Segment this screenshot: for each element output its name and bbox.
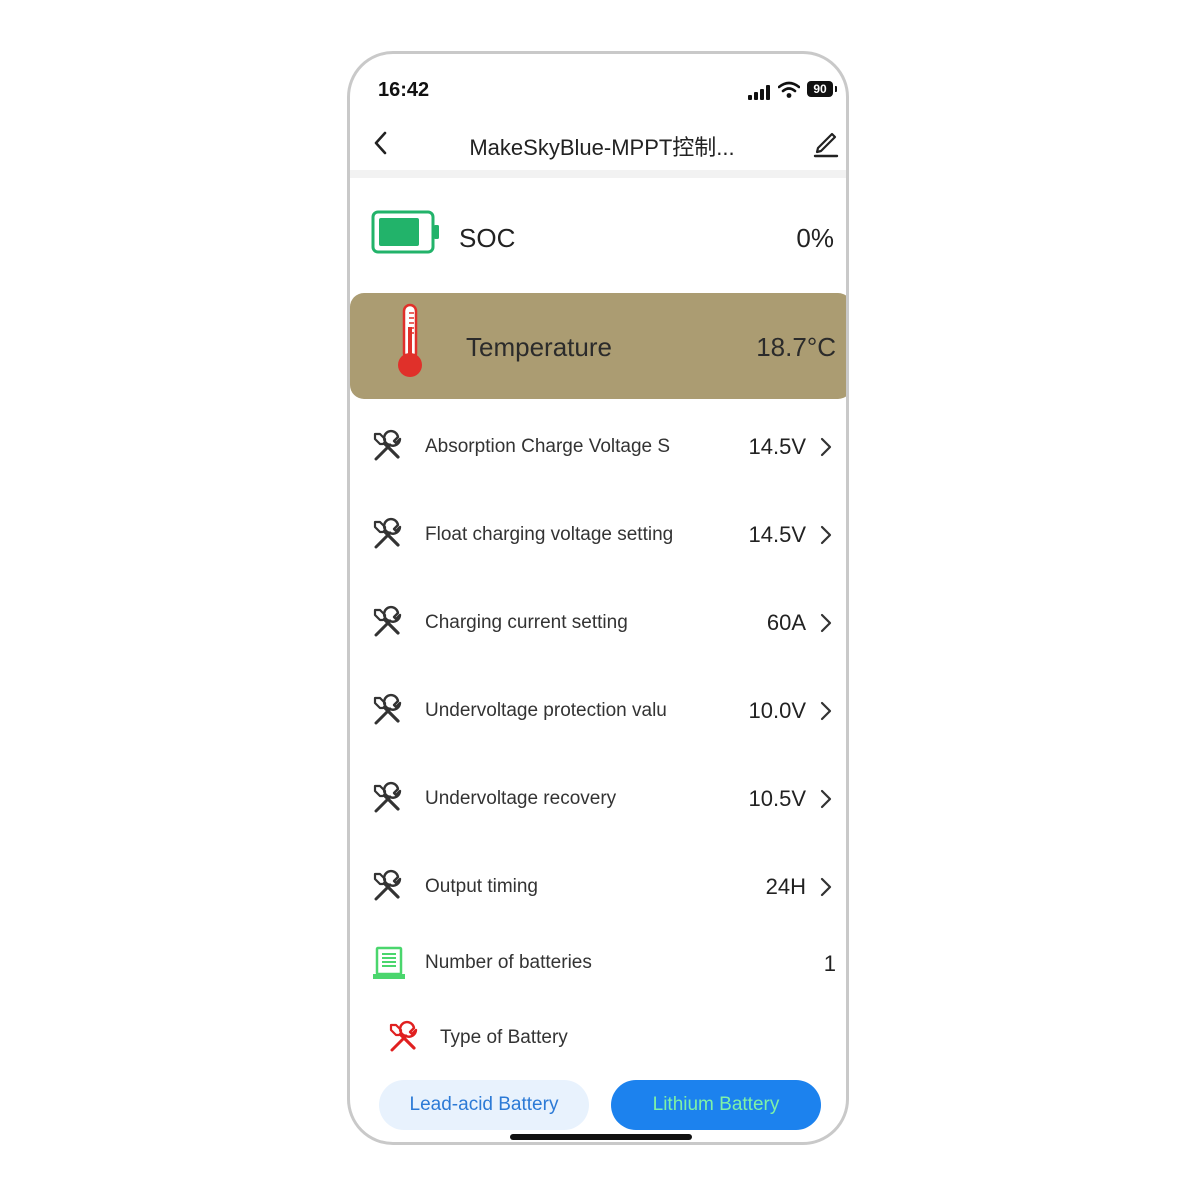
chevron-right-icon	[820, 877, 832, 897]
battery-green-icon	[371, 210, 439, 254]
battery-type-label: Type of Battery	[440, 1027, 568, 1048]
page-title: MakeSkyBlue-MPPT控制...	[469, 135, 735, 160]
setting-row-absorption-voltage[interactable]: Absorption Charge Voltage S 14.5V	[350, 403, 846, 491]
chevron-right-icon	[820, 613, 832, 633]
tools-icon	[373, 429, 402, 461]
setting-label: Float charging voltage setting	[425, 524, 674, 545]
setting-value: 60A	[766, 610, 806, 635]
batteries-row: Number of batteries 1	[350, 923, 846, 1003]
tools-icon	[373, 517, 402, 549]
setting-label: Absorption Charge Voltage S	[425, 436, 671, 457]
chevron-right-icon	[820, 437, 832, 457]
setting-row-undervoltage-protection[interactable]: Undervoltage protection valu 10.0V	[350, 667, 846, 755]
setting-value: 14.5V	[748, 522, 807, 547]
battery-stack-icon	[373, 946, 405, 979]
setting-row-float-voltage[interactable]: Float charging voltage setting 14.5V	[350, 491, 846, 579]
batteries-label: Number of batteries	[425, 952, 592, 973]
setting-label: Charging current setting	[425, 612, 628, 633]
header-separator	[350, 170, 846, 178]
home-indicator[interactable]	[510, 1134, 692, 1140]
signal-icon	[748, 84, 772, 100]
setting-label: Output timing	[425, 876, 538, 897]
wifi-icon	[778, 81, 800, 98]
edit-pen-icon[interactable]	[812, 128, 840, 158]
setting-label: Undervoltage recovery	[425, 788, 617, 809]
status-time: 16:42	[378, 79, 430, 101]
thermometer-icon	[398, 303, 422, 377]
soc-label: SOC	[459, 223, 516, 253]
tools-icon	[373, 605, 402, 637]
setting-row-output-timing[interactable]: Output timing 24H	[350, 843, 846, 931]
battery-icon: 90	[807, 81, 837, 97]
battery-type-row: Type of Battery	[350, 1014, 846, 1064]
setting-value: 10.0V	[748, 698, 807, 723]
setting-row-undervoltage-recovery[interactable]: Undervoltage recovery 10.5V	[350, 755, 846, 843]
back-chevron-icon[interactable]	[366, 128, 396, 158]
status-bar: 16:42 90	[350, 54, 846, 124]
temperature-row: Temperature 18.7°C	[350, 293, 846, 399]
lead-acid-battery-button[interactable]: Lead-acid Battery	[379, 1080, 589, 1130]
chevron-right-icon	[820, 701, 832, 721]
nav-bar: MakeSkyBlue-MPPT控制...	[350, 118, 846, 170]
chevron-right-icon	[820, 525, 832, 545]
lithium-battery-button[interactable]: Lithium Battery	[611, 1080, 821, 1130]
soc-value: 0%	[796, 223, 834, 253]
tools-red-icon	[389, 1020, 418, 1052]
batteries-value: 1	[823, 951, 836, 976]
setting-row-charging-current[interactable]: Charging current setting 60A	[350, 579, 846, 667]
tools-icon	[373, 869, 402, 901]
setting-label: Undervoltage protection valu	[425, 700, 667, 721]
setting-value: 10.5V	[748, 786, 807, 811]
setting-value: 24H	[765, 874, 806, 899]
temperature-value: 18.7°C	[756, 332, 836, 362]
tools-icon	[373, 781, 402, 813]
tools-icon	[373, 693, 402, 725]
phone-frame: 16:42 90 MakeSkyBlue-MPPT控制... SOC 0% Te…	[347, 51, 849, 1145]
soc-row: SOC 0%	[350, 194, 846, 284]
setting-value: 14.5V	[748, 434, 807, 459]
chevron-right-icon	[820, 789, 832, 809]
temperature-label: Temperature	[466, 332, 612, 362]
